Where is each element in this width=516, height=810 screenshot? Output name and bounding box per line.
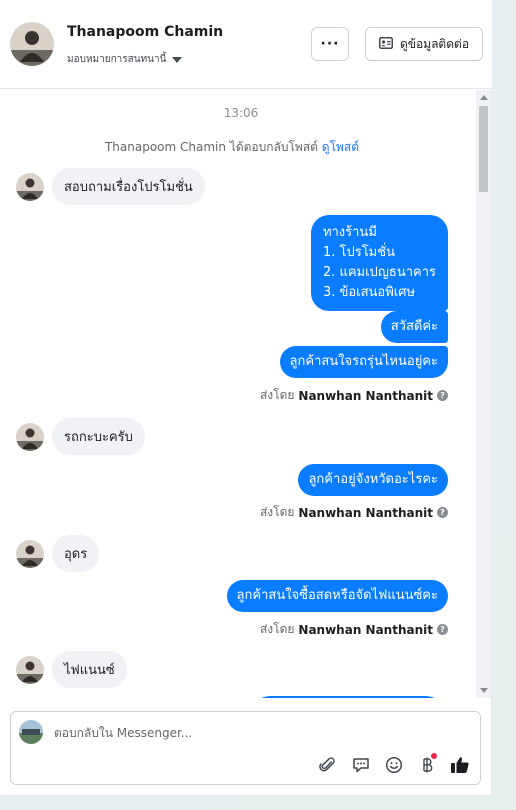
notification-dot xyxy=(431,753,437,759)
incoming-message: สอบถามเรื่องโปรโมชั่น xyxy=(52,168,205,205)
sent-by-prefix: ส่งโดย xyxy=(259,622,295,636)
assign-conversation-dropdown[interactable]: มอบหมายการสนทนานี้ xyxy=(67,52,183,67)
message-line: 1. โปรโมชั่น xyxy=(322,245,395,260)
avatar[interactable] xyxy=(16,422,44,451)
outgoing-message-partial xyxy=(252,696,444,698)
contact-card-icon xyxy=(378,36,393,52)
scroll-down-icon[interactable] xyxy=(480,688,488,693)
timestamp: 13:06 xyxy=(223,106,259,120)
reply-input[interactable] xyxy=(54,726,454,740)
page-avatar xyxy=(19,720,43,744)
message-row-incoming: ไฟแนนซ์ xyxy=(16,651,127,688)
message-line: ทางร้านมี xyxy=(322,225,377,240)
conversation-header: Thanapoom Chamin มอบหมายการสนทนานี้ ··· … xyxy=(0,0,492,89)
scrollbar-thumb[interactable] xyxy=(479,106,488,192)
notice-text: Thanapoom Chamin ได้ตอบกลับโพสต์ xyxy=(104,140,318,154)
scroll-up-icon[interactable] xyxy=(480,95,488,100)
outgoing-message: ลูกค้าอยู่จังหวัดอะไรคะ xyxy=(298,464,448,496)
message-composer xyxy=(10,711,481,785)
outgoing-message: ลูกค้าสนใจรถรุ่นไหนอยู่คะ xyxy=(279,346,448,378)
message-row-incoming: อุดร xyxy=(16,535,100,572)
avatar[interactable] xyxy=(16,539,44,568)
help-icon[interactable]: ? xyxy=(437,624,448,635)
incoming-message: อุดร xyxy=(52,535,100,572)
view-contact-button[interactable]: ดูข้อมูลติดต่อ xyxy=(365,27,483,61)
sent-by-prefix: ส่งโดย xyxy=(259,388,295,402)
view-contact-label: ดูข้อมูลติดต่อ xyxy=(399,36,470,51)
post-reply-notice: Thanapoom Chamin ได้ตอบกลับโพสต์ ดูโพสต์ xyxy=(0,138,464,157)
message-line: 2. แคมเปญธนาคาร xyxy=(322,265,436,280)
chevron-down-icon xyxy=(172,56,183,63)
avatar[interactable] xyxy=(16,655,44,684)
message-row-incoming: สอบถามเรื่องโปรโมชั่น xyxy=(16,168,205,205)
avatar[interactable] xyxy=(16,172,44,201)
attach-icon[interactable] xyxy=(317,754,338,775)
outgoing-message: สวัสดีค่ะ xyxy=(380,311,448,343)
help-icon[interactable]: ? xyxy=(437,507,448,518)
sender-name: Nanwhan Nanthanit xyxy=(298,388,433,403)
message-row-incoming: รถกะบะครับ xyxy=(16,418,145,455)
contact-name[interactable]: Thanapoom Chamin xyxy=(67,24,223,40)
sender-name: Nanwhan Nanthanit xyxy=(298,505,433,520)
more-button[interactable]: ··· xyxy=(311,27,349,61)
composer-toolbar xyxy=(317,753,470,775)
sent-by-label: ส่งโดย Nanwhan Nanthanit ? xyxy=(260,620,448,639)
incoming-message: รถกะบะครับ xyxy=(52,418,145,455)
sent-by-label: ส่งโดย Nanwhan Nanthanit ? xyxy=(260,503,448,522)
conversation-panel: Thanapoom Chamin มอบหมายการสนทนานี้ ··· … xyxy=(0,0,492,795)
saved-reply-icon[interactable] xyxy=(350,754,371,775)
chat-scrollbar[interactable] xyxy=(476,90,491,698)
message-line: 3. ข้อเสนอพิเศษ xyxy=(322,285,416,300)
sent-by-label: ส่งโดย Nanwhan Nanthanit ? xyxy=(260,386,448,405)
emoji-icon[interactable] xyxy=(383,754,404,775)
view-post-link[interactable]: ดูโพสต์ xyxy=(322,140,359,154)
message-thread[interactable]: 13:06 Thanapoom Chamin ได้ตอบกลับโพสต์ ด… xyxy=(0,90,476,698)
payment-icon[interactable] xyxy=(416,753,437,775)
avatar[interactable] xyxy=(10,22,54,66)
more-icon: ··· xyxy=(320,36,340,52)
assign-label: มอบหมายการสนทนานี้ xyxy=(67,54,167,65)
sender-name: Nanwhan Nanthanit xyxy=(298,622,433,637)
outgoing-message: ทางร้านมี 1. โปรโมชั่น 2. แคมเปญธนาคาร 3… xyxy=(310,215,448,311)
outgoing-message: ลูกค้าสนใจซื้อสดหรือจัดไฟแนนซ์คะ xyxy=(226,580,448,612)
incoming-message: ไฟแนนซ์ xyxy=(52,651,127,688)
like-icon[interactable] xyxy=(449,754,470,775)
sent-by-prefix: ส่งโดย xyxy=(259,505,295,519)
help-icon[interactable]: ? xyxy=(437,390,448,401)
